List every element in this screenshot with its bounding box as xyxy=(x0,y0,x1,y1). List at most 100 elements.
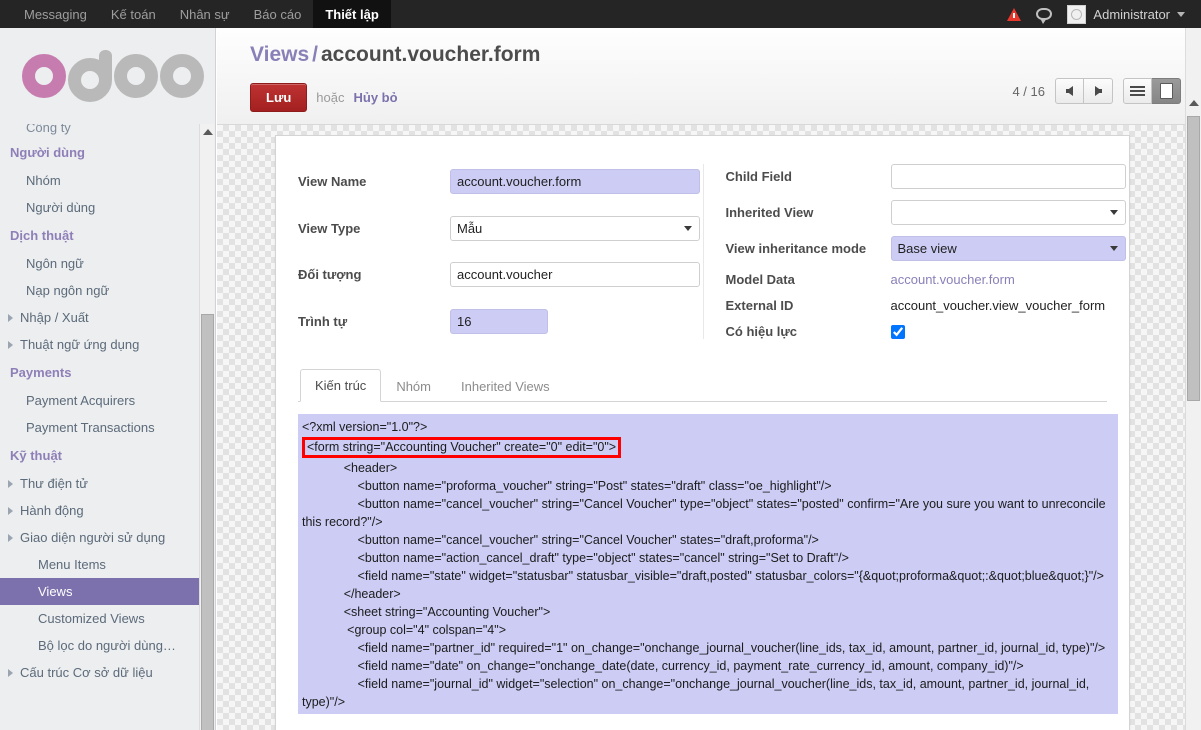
pager-nav-buttons xyxy=(1055,78,1113,104)
scroll-up-arrow-icon[interactable] xyxy=(203,129,213,135)
link-model-data[interactable]: account.voucher.form xyxy=(891,272,1015,287)
field-label: External ID xyxy=(725,298,794,313)
user-menu[interactable]: Administrator xyxy=(1059,0,1191,28)
sidebar-group-title: Người dùng xyxy=(10,145,85,160)
chevron-right-icon xyxy=(8,479,13,488)
view-switcher xyxy=(1123,78,1181,104)
select-view-type[interactable]: Mẫu xyxy=(450,215,700,241)
arrow-left-icon[interactable] xyxy=(1055,78,1084,104)
warning-triangle-icon[interactable] xyxy=(999,0,1029,28)
sidebar-item-label: Giao diện người sử dụng xyxy=(20,530,166,545)
field-value-cell xyxy=(450,169,703,195)
breadcrumb-root-link[interactable]: Views xyxy=(250,43,309,66)
page-scroll-up-arrow-icon[interactable] xyxy=(1189,100,1199,106)
sidebar-item-nh-p-xu-t[interactable]: Nhập / Xuất xyxy=(0,304,215,331)
arrow-right-icon[interactable] xyxy=(1084,78,1113,104)
sidebar-item-nh-m[interactable]: Nhóm xyxy=(0,167,215,194)
sidebar-item-giao-di-n-ng-i-s-d-ng[interactable]: Giao diện người sử dụng xyxy=(0,524,215,551)
form-sheet: View Name View Type Mẫu Đối tượng Trình tự C… xyxy=(275,135,1130,730)
select-view-inheritance-mode[interactable]: Base view xyxy=(890,236,1126,261)
sidebar-item-customized-views[interactable]: Customized Views xyxy=(0,605,215,632)
sidebar-item-n-p-ng-n-ng[interactable]: Nạp ngôn ngữ xyxy=(0,277,215,304)
arch-xml-editor[interactable]: <?xml version="1.0"?> <form string="Accou… xyxy=(298,414,1118,714)
list-view-icon[interactable] xyxy=(1123,78,1152,104)
page-scrollbar-thumb[interactable] xyxy=(1187,116,1200,401)
main-content: Views / account.voucher.form Lưu hoặc Hủy … xyxy=(217,28,1201,730)
form-view-icon[interactable] xyxy=(1152,78,1181,104)
input-i-t-ng[interactable] xyxy=(450,262,700,288)
logo-letter-o-1 xyxy=(114,54,158,98)
sidebar-item-label: Người dùng xyxy=(26,200,96,215)
sidebar-item-label: Views xyxy=(38,584,73,599)
menu-item-3[interactable]: Báo cáo xyxy=(242,0,314,28)
tab-inherited-views[interactable]: Inherited Views xyxy=(446,370,565,402)
logo-letter-o-pink xyxy=(22,54,66,98)
sidebar-scrollbar-thumb[interactable] xyxy=(201,314,214,730)
select-wrapper: Base view xyxy=(890,236,1126,261)
sidebar-item-ng-i-d-ng[interactable]: Người dùng xyxy=(0,194,215,221)
sidebar-item-th-i-n-t[interactable]: Thư điện tử xyxy=(0,470,215,497)
select-inherited-view[interactable] xyxy=(890,200,1126,225)
menu-item-0[interactable]: Messaging xyxy=(12,0,99,28)
sidebar-item-h-nh-ng[interactable]: Hành động xyxy=(0,497,215,524)
checkbox-c-hi-u-l-c[interactable] xyxy=(890,324,905,339)
chat-bubble-icon[interactable] xyxy=(1029,0,1059,28)
select-wrapper xyxy=(890,200,1126,225)
chevron-right-icon xyxy=(8,506,13,515)
logo-letter-d xyxy=(68,50,112,102)
sidebar-group-title: Kỹ thuật xyxy=(10,448,62,463)
sidebar-item-thu-t-ng-ng-d-ng[interactable]: Thuật ngữ ứng dụng xyxy=(0,331,215,358)
chevron-right-icon xyxy=(8,533,13,542)
sidebar-item-ng-n-ng[interactable]: Ngôn ngữ xyxy=(0,250,215,277)
form-left-column: View Name View Type Mẫu Đối tượng Trình tự xyxy=(298,164,703,339)
field-label: View Name xyxy=(298,174,367,190)
xml-line: <field name="journal_id" widget="selecti… xyxy=(302,677,1093,709)
odoo-logo[interactable] xyxy=(0,28,215,124)
menu-item-4[interactable]: Thiết lập xyxy=(313,0,391,28)
page-scrollbar[interactable] xyxy=(1185,28,1201,730)
field-value-cell xyxy=(890,200,1126,225)
field-label: Đối tượng xyxy=(298,267,362,283)
discard-button[interactable]: Hủy bỏ xyxy=(354,90,398,105)
control-panel: Views / account.voucher.form Lưu hoặc Hủy … xyxy=(217,28,1201,125)
save-button[interactable]: Lưu xyxy=(250,83,308,113)
chevron-down-icon xyxy=(1177,11,1185,17)
xml-line: <group col="4" colspan="4"> xyxy=(302,623,506,637)
field-value-cell xyxy=(450,262,703,288)
input-child-field[interactable] xyxy=(890,164,1126,189)
sidebar-group-title: Dịch thuật xyxy=(10,228,74,243)
sidebar-item-cong-ty[interactable]: Công ty xyxy=(0,124,215,138)
or-label: hoặc xyxy=(316,90,345,106)
field-label: View inheritance mode xyxy=(725,241,867,256)
top-navigation-bar: Messaging Kế toán Nhân sự Báo cáo Thiết lập … xyxy=(0,0,1201,28)
input-tr-nh-t[interactable] xyxy=(450,308,548,334)
field-label: Trình tự xyxy=(298,313,348,329)
sidebar-item-views[interactable]: Views xyxy=(0,578,202,605)
sidebar-item-c-u-tr-c-c-s-d-li-u[interactable]: Cấu trúc Cơ sở dữ liệu xyxy=(0,659,215,686)
sidebar-group-title: Payments xyxy=(10,365,72,380)
sidebar-scrollbar[interactable] xyxy=(199,124,214,730)
sidebar-item-payment-transactions[interactable]: Payment Transactions xyxy=(0,414,215,441)
pager: 4 / 16 xyxy=(1012,78,1181,104)
field-label: Inherited View xyxy=(725,205,814,220)
user-name-label: Administrator xyxy=(1093,6,1170,22)
sidebar-item-menu-items[interactable]: Menu Items xyxy=(0,551,215,578)
sidebar-item-label: Nhóm xyxy=(26,173,61,188)
menu-item-2[interactable]: Nhân sự xyxy=(168,0,242,28)
menu-item-1[interactable]: Kế toán xyxy=(99,0,168,28)
select-wrapper: Mẫu xyxy=(450,215,700,241)
tab-ki-n-tr-c[interactable]: Kiến trúc xyxy=(300,369,382,402)
sidebar-item-label: Bộ lọc do người dùng… xyxy=(38,638,176,653)
form-background: View Name View Type Mẫu Đối tượng Trình tự C… xyxy=(217,125,1201,730)
field-value-cell xyxy=(890,164,1126,189)
sidebar-item-b-l-c-do-ng-i-d-ng[interactable]: Bộ lọc do người dùng… xyxy=(0,632,215,659)
tab-nh-m[interactable]: Nhóm xyxy=(381,370,446,402)
sidebar-item-label: Payment Transactions xyxy=(26,420,155,435)
sidebar-item-label: Thư điện tử xyxy=(20,476,88,491)
input-view-name[interactable] xyxy=(450,169,700,195)
field-value-cell: Base view xyxy=(890,236,1126,261)
sidebar-item-payment-acquirers[interactable]: Payment Acquirers xyxy=(0,387,215,414)
field-label: Model Data xyxy=(725,272,795,287)
xml-line: <field name="state" widget="statusbar" s… xyxy=(302,569,1104,583)
xml-line: <field name="date" on_change="onchange_d… xyxy=(302,659,1024,673)
